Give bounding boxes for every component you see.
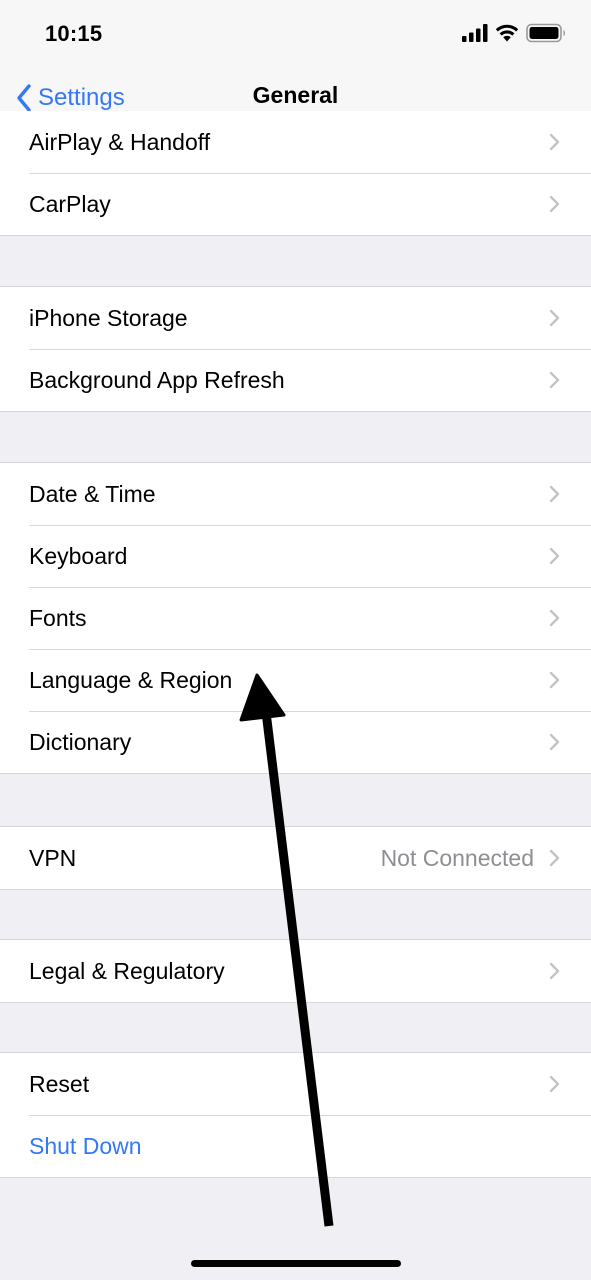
row-label: Reset [29, 1071, 90, 1097]
status-bar: 10:15 [0, 0, 591, 70]
row-label: AirPlay & Handoff [29, 129, 211, 155]
vpn-status-value: Not Connected [380, 845, 534, 871]
settings-group-connectivity: AirPlay & Handoff CarPlay [0, 111, 591, 236]
row-background-app-refresh[interactable]: Background App Refresh [0, 349, 591, 411]
row-label: Date & Time [29, 481, 156, 507]
home-indicator[interactable] [191, 1260, 401, 1267]
chevron-right-icon [549, 609, 560, 627]
battery-icon [526, 23, 565, 43]
row-language-region[interactable]: Language & Region [0, 649, 591, 711]
chevron-right-icon [549, 1075, 560, 1093]
row-label: Dictionary [29, 729, 132, 755]
row-legal-regulatory[interactable]: Legal & Regulatory [0, 940, 591, 1002]
settings-group-vpn: VPN Not Connected [0, 826, 591, 890]
row-label: VPN [29, 845, 77, 871]
chevron-right-icon [549, 962, 560, 980]
settings-group-storage: iPhone Storage Background App Refresh [0, 286, 591, 412]
row-label: iPhone Storage [29, 305, 188, 331]
chevron-right-icon [549, 547, 560, 565]
page-title: General [252, 82, 339, 108]
settings-group-legal: Legal & Regulatory [0, 939, 591, 1003]
settings-group-locale: Date & Time Keyboard Fonts Language & Re… [0, 462, 591, 774]
shut-down-button[interactable]: Shut Down [0, 1115, 591, 1177]
row-fonts[interactable]: Fonts [0, 587, 591, 649]
status-icons [462, 23, 567, 48]
chevron-right-icon [549, 133, 560, 151]
chevron-right-icon [549, 671, 560, 689]
row-keyboard[interactable]: Keyboard [0, 525, 591, 587]
status-time: 10:15 [45, 21, 103, 46]
general-settings-screen: 10:15 Settings General AirPlay & Handoff… [0, 0, 591, 1280]
settings-group-reset: Reset Shut Down [0, 1052, 591, 1178]
row-reset[interactable]: Reset [0, 1053, 591, 1115]
row-label: Background App Refresh [29, 367, 285, 393]
row-vpn[interactable]: VPN Not Connected [0, 827, 591, 889]
chevron-right-icon [549, 485, 560, 503]
cellular-signal-icon [462, 24, 488, 42]
row-carplay[interactable]: CarPlay [0, 173, 591, 235]
chevron-right-icon [549, 849, 560, 867]
row-label: Fonts [29, 605, 87, 631]
chevron-right-icon [549, 309, 560, 327]
row-label: CarPlay [29, 191, 111, 217]
row-iphone-storage[interactable]: iPhone Storage [0, 287, 591, 349]
row-label: Language & Region [29, 667, 233, 693]
row-dictionary[interactable]: Dictionary [0, 711, 591, 773]
row-date-time[interactable]: Date & Time [0, 463, 591, 525]
shut-down-label: Shut Down [29, 1133, 142, 1159]
chevron-right-icon [549, 195, 560, 213]
row-label: Legal & Regulatory [29, 958, 225, 984]
wifi-icon [495, 24, 519, 42]
row-airplay-handoff[interactable]: AirPlay & Handoff [0, 111, 591, 173]
chevron-right-icon [549, 733, 560, 751]
chevron-right-icon [549, 371, 560, 389]
row-label: Keyboard [29, 543, 128, 569]
